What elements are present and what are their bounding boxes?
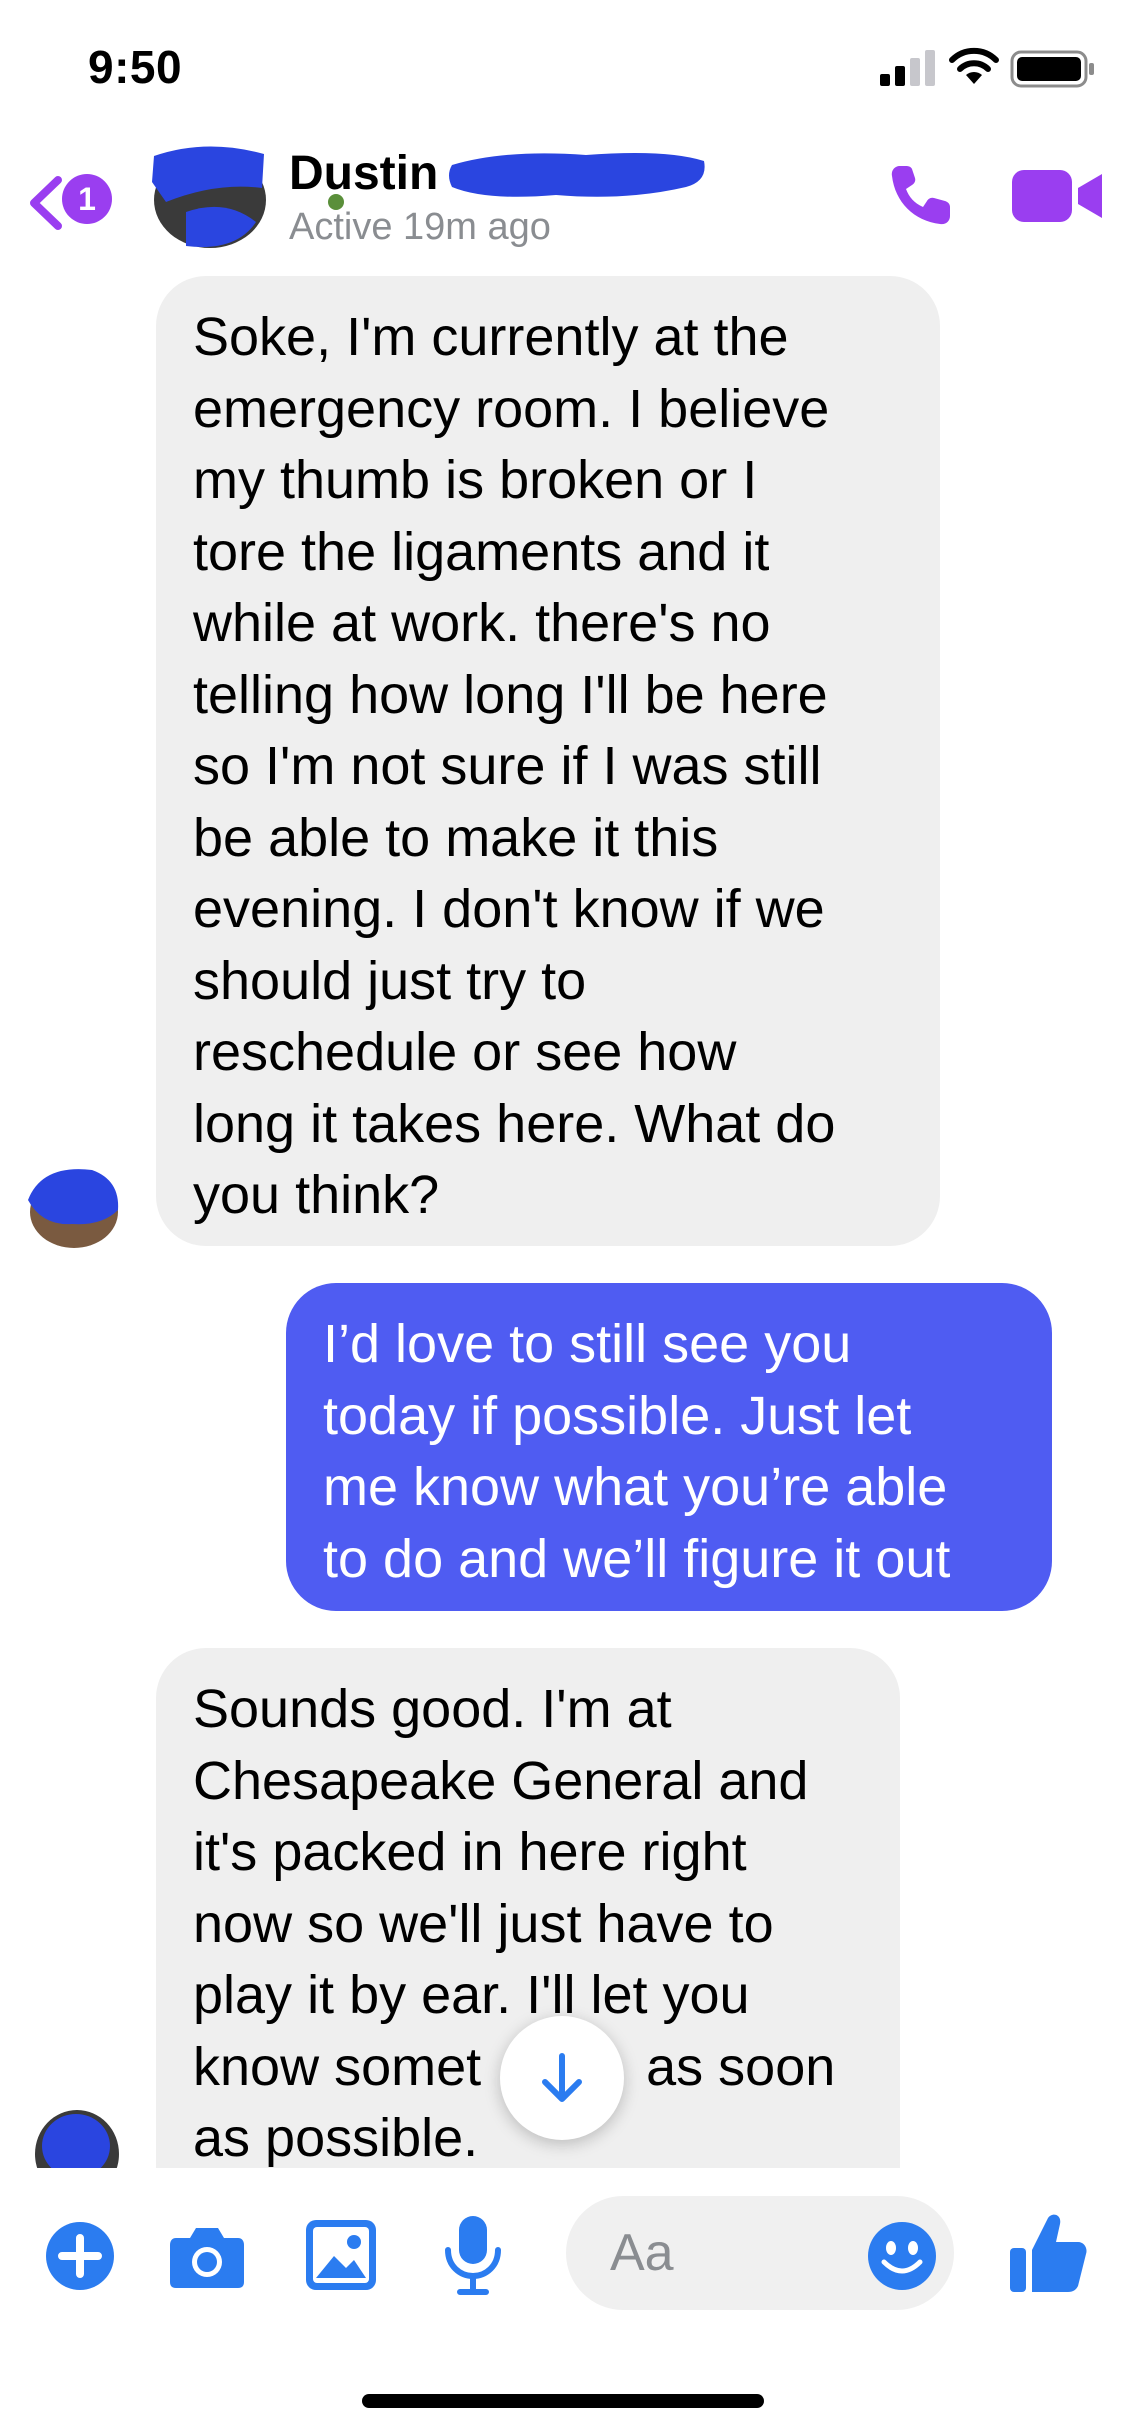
message-bubble-incoming[interactable]: Soke, I'm currently at the emergency roo… [156,276,940,1246]
video-camera-icon[interactable] [1010,166,1104,226]
message-line: Soke, I'm currently at the [193,307,789,367]
home-indicator [362,2394,764,2408]
message-line: today if possible. Just let [323,1385,912,1446]
scroll-to-bottom-button[interactable] [500,2016,624,2140]
message-line: I’d love to still see you [323,1314,852,1374]
message-line: me know what you’re able [323,1457,948,1517]
message-line: Sounds good. I'm at [193,1679,672,1739]
message-line: reschedule or see how [193,1022,737,1082]
message-line: now so we'll just have to [193,1893,774,1954]
message-line: my thumb is broken or I [193,450,758,510]
signal-strength-icon [880,50,935,86]
status-time: 9:50 [88,41,183,93]
contact-name[interactable]: Dustin [289,146,438,201]
thumbs-up-icon[interactable] [1008,2210,1088,2296]
message-line: Chesapeake General and [193,1750,809,1811]
camera-icon[interactable] [168,2222,246,2290]
message-line: to do and we’ll figure it out [323,1528,951,1589]
redaction-mark [449,153,705,197]
phone-icon[interactable] [884,160,956,232]
wifi-icon [949,47,999,84]
message-line: should just try to [193,950,587,1011]
active-status: Active 19m ago [289,206,551,248]
message-line: be able to make it this [193,807,719,868]
image-icon[interactable] [304,2218,378,2292]
message-line: evening. I don't know if we [193,879,825,939]
message-line: you think? [193,1165,440,1225]
message-bubble-outgoing[interactable]: I’d love to still see you today if possi… [286,1283,1052,1611]
sender-avatar[interactable] [34,2106,120,2170]
message-line: play it by ear. I'll let you [193,1965,750,2025]
message-line: long it takes here. What do [193,1093,836,1154]
message-line: emergency room. I believe [193,378,830,439]
contact-avatar[interactable] [146,142,268,252]
unread-count-badge: 1 [62,174,112,224]
message-line: so I'm not sure if I was still [193,736,822,796]
message-line: tore the ligaments and it [193,521,770,582]
message-input-placeholder: Aa [610,2224,674,2282]
message-line: while at work. there's no [193,593,771,653]
microphone-icon[interactable] [440,2214,506,2296]
battery-icon [1010,50,1094,88]
message-line: it's packed in here right [193,1822,747,1882]
sender-avatar[interactable] [22,1160,122,1250]
plus-icon[interactable] [44,2220,116,2292]
arrow-down-icon [542,2053,582,2102]
emoji-icon[interactable] [866,2220,938,2292]
message-line: telling how long I'll be here [193,664,828,725]
